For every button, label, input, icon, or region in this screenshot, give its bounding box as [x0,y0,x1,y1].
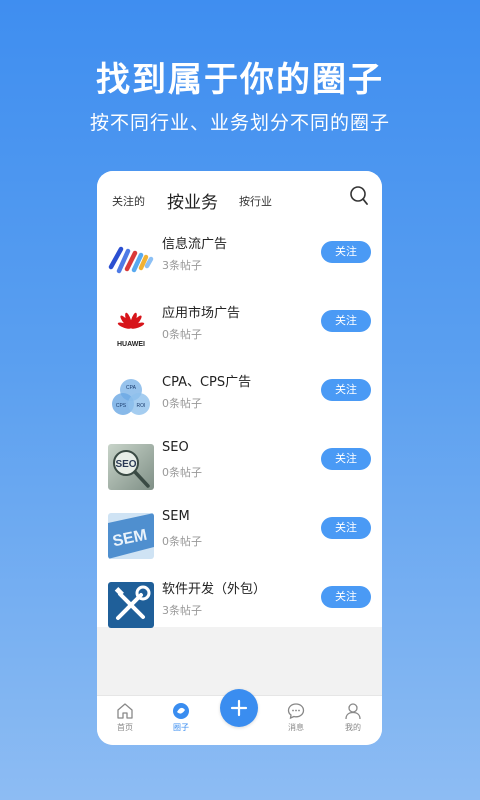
follow-button[interactable]: 关注 [321,448,371,470]
huawei-logo: HUAWEI [108,306,154,352]
group-title: 软件开发（外包） [162,582,267,597]
nav-item-messages[interactable]: 消息 [276,702,316,733]
post-count: 0条帖子 [162,466,202,479]
nav-item-home[interactable]: 首页 [105,702,145,733]
follow-button[interactable]: 关注 [321,586,371,608]
add-post-button[interactable] [220,689,258,727]
phone-screen: 关注的 按业务 按行业 信息流广告 3条帖子 关注 HUAWEI 应用市场广告 … [97,171,382,745]
feed-logo [108,237,154,283]
huawei-wordmark: HUAWEI [117,341,145,348]
circle-icon [173,703,189,719]
hero-title: 找到属于你的圈子 [96,60,384,100]
tab-by-industry[interactable]: 按行业 [239,193,272,209]
venn-logo: CPA CPS ROI [108,375,154,421]
post-count: 3条帖子 [162,604,202,617]
post-count: 0条帖子 [162,535,202,548]
list-item[interactable]: SEM SEM 0条帖子 关注 [97,505,382,573]
group-title: CPA、CPS广告 [162,375,252,390]
post-count: 0条帖子 [162,397,202,410]
follow-button[interactable]: 关注 [321,310,371,332]
list-item[interactable]: HUAWEI 应用市场广告 0条帖子 关注 [97,298,382,366]
nav-label: 圈子 [173,723,189,732]
list-item[interactable]: CPA CPS ROI CPA、CPS广告 0条帖子 关注 [97,367,382,435]
follow-button[interactable]: 关注 [321,241,371,263]
nav-item-me[interactable]: 我的 [333,702,373,733]
list-item[interactable]: 信息流广告 3条帖子 关注 [97,229,382,297]
group-title: SEO [162,440,189,455]
nav-label: 消息 [288,723,304,732]
group-list: 信息流广告 3条帖子 关注 HUAWEI 应用市场广告 0条帖子 关注 CPA … [97,229,382,628]
venn-label: ROI [137,403,146,409]
follow-button[interactable]: 关注 [321,517,371,539]
group-title: SEM [162,509,190,524]
tab-by-business[interactable]: 按业务 [167,188,218,213]
list-item[interactable]: 软件开发（外包） 3条帖子 关注 [97,574,382,642]
plus-icon [230,699,248,717]
top-bar: 关注的 按业务 按行业 [97,171,382,229]
user-icon [345,703,361,720]
venn-label: CPS [116,403,127,409]
group-title: 信息流广告 [162,237,228,252]
venn-label: CPA [126,385,137,391]
nav-item-circle[interactable]: 圈子 [161,702,201,733]
list-item[interactable]: SEO SEO 0条帖子 关注 [97,436,382,504]
nav-label: 首页 [117,723,133,732]
nav-label: 我的 [345,723,361,732]
follow-button[interactable]: 关注 [321,379,371,401]
seo-text: SEO [115,459,136,470]
hero-subtitle: 按不同行业、业务划分不同的圈子 [89,112,390,134]
home-icon [117,703,133,719]
message-icon [287,703,305,720]
search-icon[interactable] [349,185,369,207]
sem-logo: SEM [108,513,154,559]
post-count: 3条帖子 [162,259,202,272]
group-title: 应用市场广告 [162,306,241,321]
tab-following[interactable]: 关注的 [112,193,145,209]
post-count: 0条帖子 [162,328,202,341]
tools-logo [108,582,154,628]
seo-logo: SEO [108,444,154,490]
